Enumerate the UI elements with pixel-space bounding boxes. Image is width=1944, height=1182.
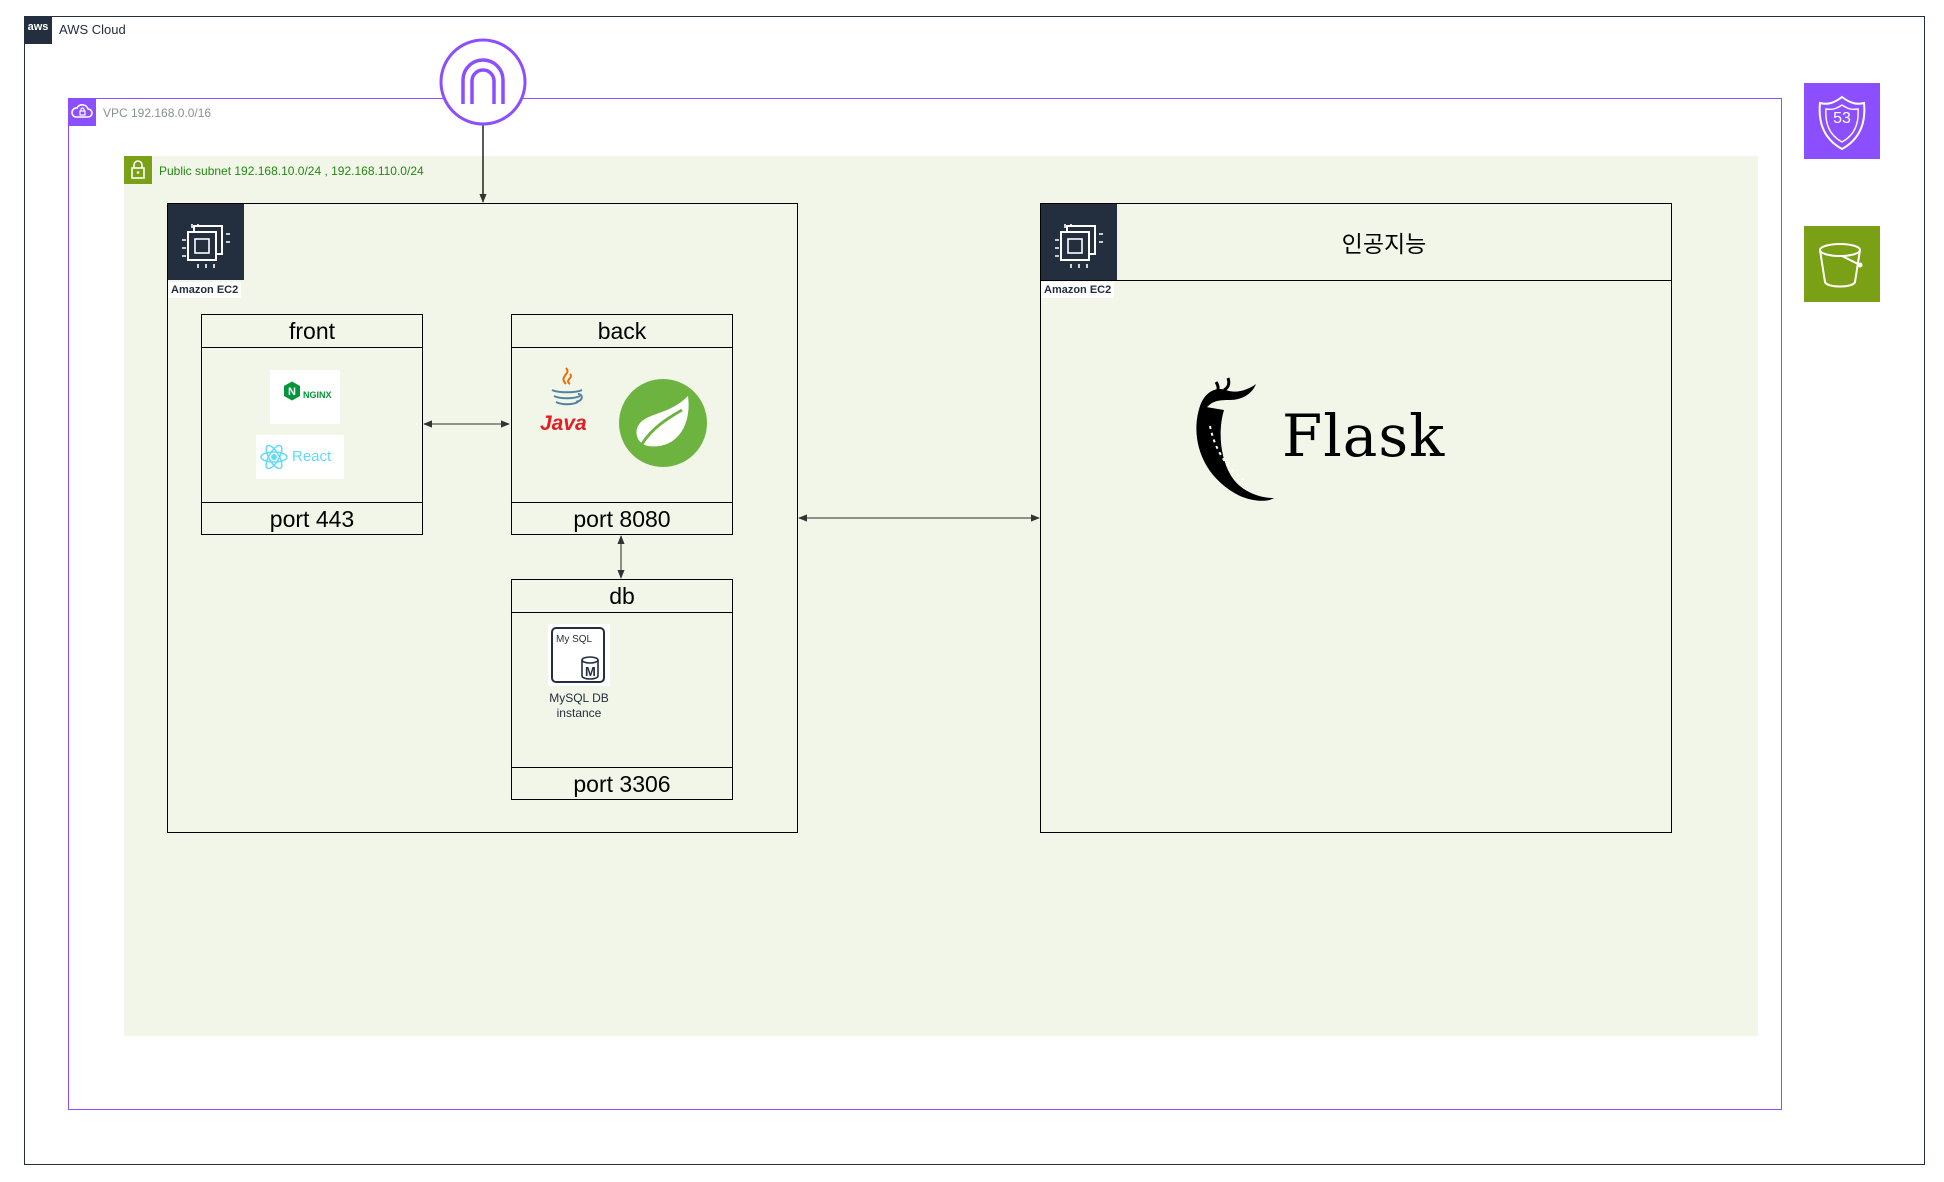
s3-bucket-icon [1804, 226, 1880, 302]
route53-text: 53 [1833, 110, 1851, 127]
ec2-caption: Amazon EC2 [168, 282, 242, 298]
flask-wordmark: Flask [1282, 402, 1446, 470]
front-service-box: front N NGINX React port 443 [201, 314, 423, 535]
java-logo-icon: Java [540, 364, 592, 440]
flask-horn-icon [1186, 376, 1282, 506]
mysql-badge: M [585, 664, 596, 679]
mysql-label: MySQL DB instance [549, 691, 609, 720]
db-port: port 3306 [573, 771, 671, 797]
mysql-instance-icon: My SQL M [548, 624, 610, 686]
mysql-icon-text: My SQL [556, 634, 593, 645]
ec2-caption: Amazon EC2 [1041, 282, 1115, 298]
nginx-label: NGINX [303, 390, 332, 400]
svg-text:N: N [288, 386, 296, 398]
route53-icon: 53 [1804, 83, 1880, 159]
db-service-box: db My SQL M MySQL DB instance port 3306 [511, 579, 733, 800]
back-service-box: back Java port 8080 [511, 314, 733, 535]
react-logo-icon: React [256, 435, 344, 479]
internet-gateway-icon [439, 38, 527, 126]
front-port: port 443 [269, 506, 355, 532]
db-title: db [609, 583, 635, 609]
back-title: back [597, 318, 647, 344]
ai-title: 인공지능 [1341, 231, 1427, 257]
ec2-chip-icon [168, 204, 244, 280]
spring-leaf-icon [618, 378, 708, 468]
ai-header-divider [1040, 280, 1672, 281]
front-title: front [288, 318, 336, 344]
java-label: Java [540, 412, 587, 435]
react-label: React [292, 448, 332, 465]
back-port: port 8080 [573, 506, 671, 532]
db-content: My SQL M MySQL DB instance [512, 613, 732, 767]
nginx-logo-icon: N NGINX [270, 370, 340, 424]
ec2-ai-instance [1040, 203, 1672, 833]
back-logos: Java [512, 348, 732, 502]
front-logos: N NGINX React [202, 348, 422, 502]
